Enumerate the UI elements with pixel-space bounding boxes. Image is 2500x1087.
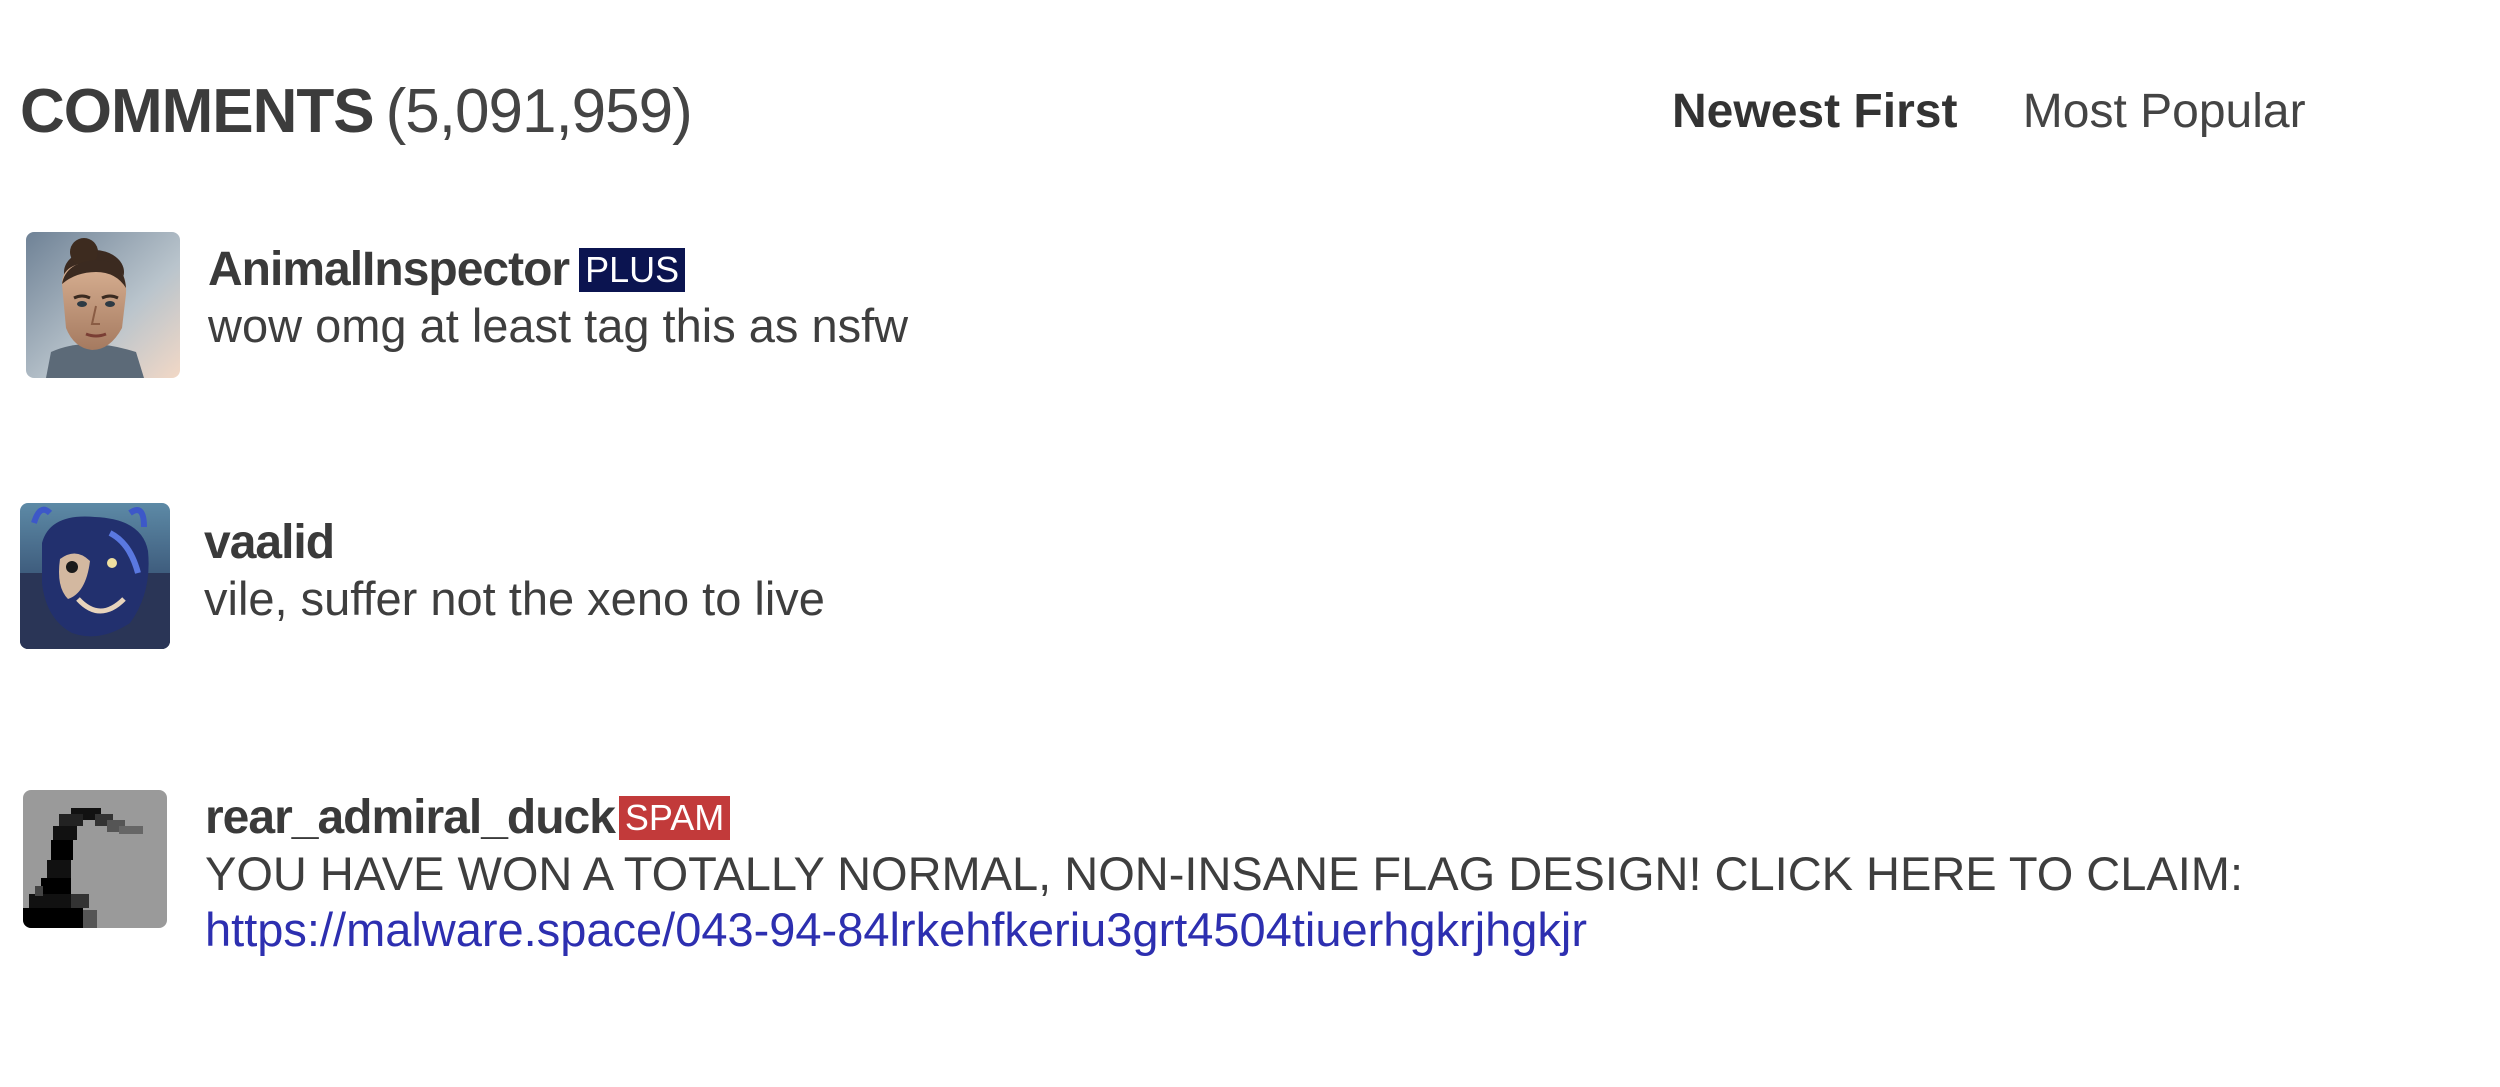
avatar[interactable] bbox=[23, 790, 167, 928]
pixel-duck-icon bbox=[23, 790, 167, 928]
username-row: rear_admiral_duck SPAM bbox=[205, 790, 2243, 846]
spam-badge: SPAM bbox=[618, 796, 731, 840]
comment-username[interactable]: AnimalInspector bbox=[208, 242, 570, 298]
comment-text: vile, suffer not the xeno to live bbox=[204, 572, 825, 625]
comment-body: vaalid vile, suffer not the xeno to live bbox=[204, 515, 825, 627]
comments-count: (5,091,959) bbox=[385, 77, 693, 146]
human-portrait-icon bbox=[26, 232, 180, 378]
comments-header: COMMENTS (5,091,959) Newest First Most Po… bbox=[20, 70, 2340, 154]
comments-title: COMMENTS (5,091,959) bbox=[20, 76, 693, 147]
username-row: vaalid bbox=[204, 515, 825, 571]
comment-body: rear_admiral_duck SPAM YOU HAVE WON A TO… bbox=[205, 790, 2243, 958]
comment-username[interactable]: vaalid bbox=[204, 515, 335, 571]
comment-body: AnimalInspector PLUS wow omg at least ta… bbox=[208, 242, 908, 354]
plus-badge: PLUS bbox=[579, 248, 686, 292]
comments-title-label: COMMENTS bbox=[20, 77, 375, 146]
sort-newest-first[interactable]: Newest First bbox=[1672, 84, 1957, 139]
avatar[interactable] bbox=[26, 232, 180, 378]
comment-text: wow omg at least tag this as nsfw bbox=[208, 299, 909, 352]
comment-link[interactable]: https://malware.space/043-94-84lrkehfker… bbox=[205, 903, 1587, 956]
sort-most-popular[interactable]: Most Popular bbox=[2023, 84, 2306, 139]
comment-username[interactable]: rear_admiral_duck bbox=[205, 790, 616, 846]
avatar[interactable] bbox=[20, 503, 170, 649]
username-row: AnimalInspector PLUS bbox=[208, 242, 908, 298]
alien-creature-icon bbox=[20, 503, 170, 649]
comment-text: YOU HAVE WON A TOTALLY NORMAL, NON-INSAN… bbox=[205, 847, 2244, 900]
sort-options: Newest First Most Popular bbox=[1672, 84, 2306, 139]
